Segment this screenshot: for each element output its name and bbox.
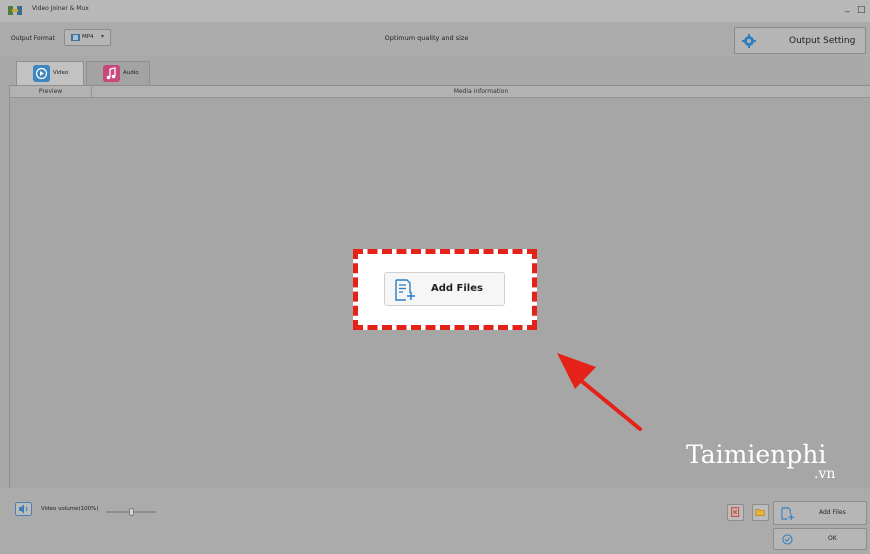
pointer-arrow-icon — [557, 353, 642, 431]
remove-file-button[interactable] — [727, 504, 744, 521]
add-files-label: Add Files — [819, 509, 846, 516]
bottom-bar: Video volume(100%) Add Files OK — [0, 488, 870, 554]
output-setting-button[interactable]: Output Setting — [734, 27, 866, 54]
tab-audio-label: Audio — [123, 70, 139, 76]
watermark-logo: Taimienphi .vn — [686, 440, 835, 482]
add-files-center-button[interactable]: Add Files — [384, 272, 505, 306]
volume-slider[interactable] — [106, 508, 156, 516]
video-icon — [33, 65, 50, 82]
column-header-preview[interactable]: Preview — [10, 86, 92, 98]
add-file-icon — [395, 279, 415, 301]
video-volume-label: Video volume(100%) — [41, 506, 99, 512]
open-folder-button[interactable] — [752, 504, 769, 521]
watermark-name: Taimienphi — [686, 440, 827, 469]
speaker-icon[interactable] — [15, 502, 32, 516]
music-icon — [103, 65, 120, 82]
gear-icon — [742, 34, 756, 48]
window-title: Video Joiner & Mux — [32, 5, 89, 12]
volume-slider-handle[interactable] — [129, 508, 134, 516]
title-bar: Video Joiner & Mux _ □ — [0, 0, 870, 22]
ok-label: OK — [828, 535, 837, 542]
folder-icon — [755, 509, 765, 516]
column-header-media-information[interactable]: Media information — [92, 86, 870, 98]
add-files-center-label: Add Files — [431, 283, 483, 294]
add-files-button[interactable]: Add Files — [773, 501, 867, 525]
maximize-button[interactable]: □ — [857, 5, 866, 15]
remove-file-icon — [731, 507, 740, 517]
app-icon — [8, 6, 22, 15]
minimize-button[interactable]: _ — [845, 3, 850, 13]
quality-text: Optimum quality and size — [384, 34, 469, 42]
tab-video-label: Video — [53, 70, 69, 76]
tab-video[interactable]: Video — [16, 61, 84, 85]
check-circle-icon — [782, 534, 793, 545]
output-setting-label: Output Setting — [789, 36, 856, 46]
tab-audio[interactable]: Audio — [86, 61, 150, 85]
add-file-icon — [781, 507, 794, 520]
toolbar: Output Format MP4 ▾ Optimum quality and … — [0, 22, 870, 56]
ok-button[interactable]: OK — [773, 528, 867, 550]
watermark-tld: .vn — [814, 466, 836, 482]
highlight-frame: Add Files — [353, 249, 537, 330]
